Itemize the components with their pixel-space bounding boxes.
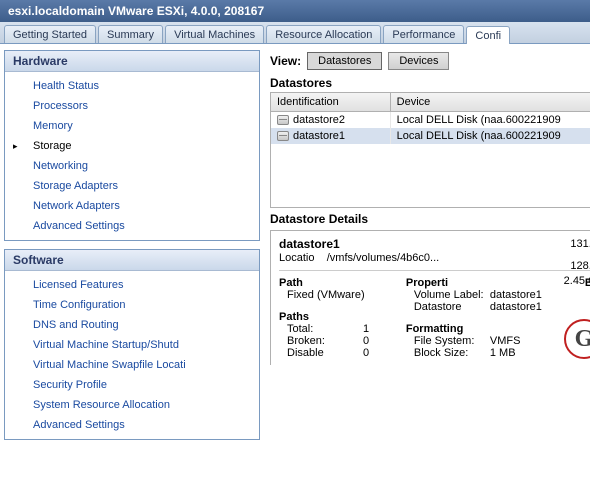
location-value: /vmfs/volumes/4b6c0... [327, 252, 440, 264]
datastores-title: Datastores [270, 76, 590, 90]
sw-time-configuration[interactable]: Time Configuration [5, 295, 259, 315]
location-label: Locatio [279, 252, 314, 264]
cell-device: Local DELL Disk (naa.600221909 [391, 112, 590, 128]
sw-system-resource[interactable]: System Resource Allocation [5, 395, 259, 415]
paths-total-k: Total: [287, 323, 357, 335]
hw-network-adapters[interactable]: Network Adapters [5, 196, 259, 216]
size-readout: 131.00 128.55 2.45 GB [564, 237, 590, 288]
hw-advanced-settings[interactable]: Advanced Settings [5, 216, 259, 236]
main-content: View: Datastores Devices Datastores Iden… [262, 44, 590, 448]
view-label: View: [270, 54, 301, 68]
left-sidebar: Hardware Health Status Processors Memory… [0, 44, 262, 448]
ds-v: datastore1 [490, 301, 542, 313]
hw-networking[interactable]: Networking [5, 156, 259, 176]
details-title: Datastore Details [270, 212, 590, 226]
software-header: Software [5, 250, 259, 271]
window-title: esxi.localdomain VMware ESXi, 4.0.0, 208… [0, 0, 590, 22]
tab-configuration[interactable]: Confi [466, 26, 510, 44]
cell-device: Local DELL Disk (naa.600221909 [391, 128, 590, 144]
table-row[interactable]: datastore1 Local DELL Disk (naa.60022190… [271, 128, 590, 144]
size-used: 128.55 [564, 259, 590, 273]
software-panel: Software Licensed Features Time Configur… [4, 249, 260, 440]
hw-memory[interactable]: Memory [5, 116, 259, 136]
col-identification[interactable]: Identification [271, 93, 391, 112]
sw-vm-swapfile[interactable]: Virtual Machine Swapfile Locati [5, 355, 259, 375]
paths-disable-v: 0 [363, 347, 369, 359]
properties-title: Properti [406, 277, 554, 289]
sw-security-profile[interactable]: Security Profile [5, 375, 259, 395]
bs-k: Block Size: [414, 347, 484, 359]
fs-k: File System: [414, 335, 484, 347]
tab-summary[interactable]: Summary [98, 25, 163, 43]
paths-total-v: 1 [363, 323, 369, 335]
datastores-grid: Identification Device datastore2 Local D… [270, 92, 590, 208]
tab-strip: Getting Started Summary Virtual Machines… [0, 22, 590, 44]
sw-licensed-features[interactable]: Licensed Features [5, 275, 259, 295]
details-box: datastore1 Locatio /vmfs/volumes/4b6c0..… [270, 230, 590, 365]
sw-dns-routing[interactable]: DNS and Routing [5, 315, 259, 335]
view-row: View: Datastores Devices [270, 52, 590, 70]
datastore-icon [277, 131, 289, 141]
hw-health-status[interactable]: Health Status [5, 76, 259, 96]
path-title: Path [279, 277, 388, 289]
vol-label-k: Volume Label: [414, 289, 484, 301]
size-free: 2.45 GB [564, 274, 590, 288]
ext-l1: Lo [572, 289, 590, 303]
cell-id: datastore1 [293, 130, 345, 142]
hw-processors[interactable]: Processors [5, 96, 259, 116]
col-device[interactable]: Device [391, 93, 590, 112]
cell-id: datastore2 [293, 114, 345, 126]
view-devices-button[interactable]: Devices [388, 52, 449, 70]
sw-advanced-settings[interactable]: Advanced Settings [5, 415, 259, 435]
view-datastores-button[interactable]: Datastores [307, 52, 382, 70]
paths-title: Paths [279, 311, 388, 323]
formatting-title: Formatting [406, 323, 554, 335]
datastore-icon [277, 115, 289, 125]
detail-datastore-name: datastore1 [279, 237, 590, 251]
vol-label-v: datastore1 [490, 289, 542, 301]
paths-disable-k: Disable [287, 347, 357, 359]
hardware-panel: Hardware Health Status Processors Memory… [4, 50, 260, 241]
tab-performance[interactable]: Performance [383, 25, 464, 43]
paths-broken-k: Broken: [287, 335, 357, 347]
tab-resource-allocation[interactable]: Resource Allocation [266, 25, 381, 43]
size-total: 131.00 [564, 237, 590, 251]
grid-header: Identification Device [271, 93, 590, 112]
sw-vm-startup[interactable]: Virtual Machine Startup/Shutd [5, 335, 259, 355]
bs-v: 1 MB [490, 347, 516, 359]
tab-virtual-machines[interactable]: Virtual Machines [165, 25, 264, 43]
hw-storage[interactable]: Storage [5, 136, 259, 156]
ds-k: Datastore [414, 301, 484, 313]
hardware-header: Hardware [5, 51, 259, 72]
paths-broken-v: 0 [363, 335, 369, 347]
table-row[interactable]: datastore2 Local DELL Disk (naa.60022190… [271, 112, 590, 128]
fs-v: VMFS [490, 335, 521, 347]
path-value: Fixed (VMware) [279, 289, 388, 301]
hw-storage-adapters[interactable]: Storage Adapters [5, 176, 259, 196]
tab-getting-started[interactable]: Getting Started [4, 25, 96, 43]
